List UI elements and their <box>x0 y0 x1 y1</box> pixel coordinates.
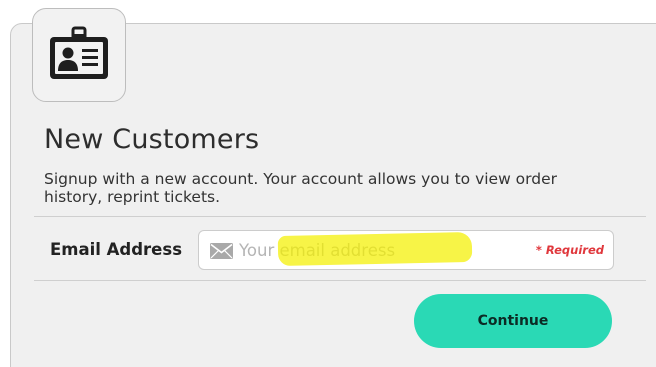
id-card-badge <box>32 8 126 102</box>
email-label: Email Address <box>50 240 183 259</box>
envelope-icon <box>210 243 233 259</box>
id-card-icon <box>44 25 114 85</box>
continue-button[interactable]: Continue <box>414 294 612 348</box>
signup-description: Signup with a new account. Your account … <box>44 170 558 206</box>
required-indicator: * Required <box>535 243 604 257</box>
page-title: New Customers <box>44 124 260 155</box>
email-field[interactable]: * Required <box>198 230 614 270</box>
divider-bottom <box>34 280 646 281</box>
divider-top <box>34 216 646 217</box>
page: New Customers Signup with a new account.… <box>0 0 656 367</box>
email-input[interactable] <box>239 235 519 265</box>
